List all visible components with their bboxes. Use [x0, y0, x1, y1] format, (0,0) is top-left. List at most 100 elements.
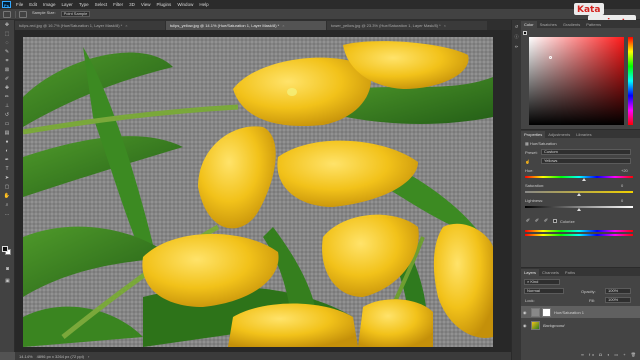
move-tool-icon[interactable]: ✥ [3, 22, 12, 29]
tab-adjustments[interactable]: Adjustments [545, 131, 573, 138]
clone-stamp-tool-icon[interactable]: ⊥ [3, 103, 12, 110]
color-field[interactable] [529, 37, 624, 125]
quick-select-tool-icon[interactable]: ✎ [3, 49, 12, 56]
saturation-value[interactable]: 0 [621, 183, 623, 188]
eyedropper-icon[interactable]: ✐ [525, 218, 531, 224]
tab-properties[interactable]: Properties [521, 131, 546, 138]
tab-layers[interactable]: Layers [521, 269, 540, 276]
blend-mode-select[interactable]: Normal [524, 288, 564, 294]
layer-row[interactable]: ◉ Hue/Saturation 1 [521, 306, 640, 318]
tab-libraries[interactable]: Libraries [573, 131, 594, 138]
hue-track[interactable] [525, 176, 633, 178]
brush-tool-icon[interactable]: ✏ [3, 94, 12, 101]
tab-tulips-yellow[interactable]: tulips_yellow.jpg @ 14.1% (Hue/Saturatio… [166, 21, 326, 30]
menu-select[interactable]: Select [92, 2, 111, 7]
preset-select[interactable]: Custom [541, 149, 631, 155]
history-icon[interactable]: ↺ [513, 23, 520, 30]
trash-icon[interactable]: 🗑 [631, 352, 638, 357]
colorize-checkbox[interactable] [553, 219, 557, 223]
layer-filter-select[interactable]: ⌕ Kind [524, 279, 560, 285]
zoom-tool-icon[interactable]: ⌕ [3, 202, 12, 209]
tab-color[interactable]: Color [521, 21, 537, 28]
tab-channels[interactable]: Channels [539, 269, 562, 276]
fx-icon[interactable]: fx [589, 352, 596, 357]
info-icon[interactable]: ⓘ [513, 33, 520, 40]
screen-mode-icon[interactable]: ▣ [3, 278, 12, 285]
saturation-thumb[interactable] [577, 193, 581, 196]
layer-row[interactable]: ◉ Background [521, 319, 640, 331]
lightness-value[interactable]: 0 [621, 198, 623, 203]
sample-size-select[interactable]: Point Sample [60, 11, 91, 17]
eraser-tool-icon[interactable]: ▭ [3, 121, 12, 128]
quick-mask-icon[interactable]: ◙ [3, 266, 12, 273]
type-tool-icon[interactable]: T [3, 166, 12, 173]
new-layer-icon[interactable]: + [623, 352, 627, 357]
document-info[interactable]: 4896 px x 3264 px (72 ppi) [37, 354, 84, 359]
tab-tulips-red[interactable]: tulips-red.jpg @ 16.7% (Hue/Saturation 1… [15, 21, 165, 30]
eyedropper-tool-icon[interactable]: ✐ [3, 76, 12, 83]
menu-edit[interactable]: Edit [26, 2, 40, 7]
color-range-bottom[interactable] [525, 234, 633, 236]
frame-tool-icon[interactable]: ⊠ [3, 67, 12, 74]
opacity-input[interactable]: 100% [605, 288, 631, 294]
foreground-color-swatch[interactable] [2, 246, 8, 252]
menu-file[interactable]: File [13, 2, 26, 7]
tab-paths[interactable]: Paths [562, 269, 578, 276]
close-icon[interactable]: × [125, 21, 127, 30]
tab-tower-yellow[interactable]: tower_yellow.jpg @ 23.3% (Hue/Saturation… [327, 21, 487, 30]
hand-tool-icon[interactable]: ✋ [3, 193, 12, 200]
lightness-thumb[interactable] [577, 208, 581, 211]
layer-mask-thumbnail[interactable] [542, 307, 551, 317]
hue-slider[interactable] [628, 37, 633, 125]
dodge-tool-icon[interactable]: ◐ [3, 148, 12, 155]
hue-value[interactable]: +20 [621, 168, 628, 173]
menu-help[interactable]: Help [196, 2, 211, 7]
gradient-tool-icon[interactable]: ▤ [3, 130, 12, 137]
channel-select[interactable]: Yellows [541, 158, 631, 164]
menu-layer[interactable]: Layer [59, 2, 76, 7]
blur-tool-icon[interactable]: ● [3, 139, 12, 146]
properties-panel: Properties Adjustments Libraries ▦ Hue/S… [521, 130, 640, 268]
marquee-tool-icon[interactable]: ⬚ [3, 31, 12, 38]
close-icon[interactable]: × [282, 21, 284, 30]
chevron-right-icon[interactable]: › [88, 354, 89, 359]
foreground-color-chip[interactable] [523, 31, 527, 35]
brush-settings-icon[interactable]: ✏ [513, 43, 520, 50]
menu-plugins[interactable]: Plugins [154, 2, 175, 7]
menu-image[interactable]: Image [40, 2, 59, 7]
tab-patterns[interactable]: Patterns [583, 21, 604, 28]
pen-tool-icon[interactable]: ✒ [3, 157, 12, 164]
lasso-tool-icon[interactable]: ◌ [3, 40, 12, 47]
adjustment-icon[interactable]: ◑ [607, 352, 611, 357]
link-icon[interactable]: ∞ [581, 352, 586, 357]
eyedropper-minus-icon[interactable]: ✐ [543, 218, 549, 224]
menu-filter[interactable]: Filter [110, 2, 126, 7]
image-canvas[interactable] [23, 37, 493, 347]
eyedropper-tool-icon[interactable] [19, 10, 27, 18]
hand-adjust-icon[interactable]: ☝ [525, 159, 530, 164]
tab-gradients[interactable]: Gradients [560, 21, 583, 28]
visibility-eye-icon[interactable]: ◉ [523, 310, 529, 315]
folder-icon[interactable]: ▭ [614, 352, 620, 357]
crop-tool-icon[interactable]: ⌗ [3, 58, 12, 65]
menu-window[interactable]: Window [174, 2, 196, 7]
menu-3d[interactable]: 3D [126, 2, 138, 7]
tab-swatches[interactable]: Swatches [537, 21, 560, 28]
healing-brush-tool-icon[interactable]: ✚ [3, 85, 12, 92]
zoom-level[interactable]: 14.14% [19, 354, 33, 359]
mask-icon[interactable]: ◘ [599, 352, 603, 357]
menu-type[interactable]: Type [76, 2, 92, 7]
color-picker-cursor[interactable] [549, 56, 552, 59]
menu-view[interactable]: View [138, 2, 154, 7]
fill-input[interactable]: 100% [605, 297, 631, 303]
photoshop-logo[interactable]: Ps [2, 1, 11, 8]
path-selection-tool-icon[interactable]: ➤ [3, 175, 12, 182]
eyedropper-plus-icon[interactable]: ✐ [534, 218, 540, 224]
close-icon[interactable]: × [444, 21, 446, 30]
home-icon[interactable] [3, 10, 11, 18]
more-tools-icon[interactable]: … [3, 211, 12, 218]
hue-thumb[interactable] [582, 178, 587, 181]
visibility-eye-icon[interactable]: ◉ [523, 323, 529, 328]
history-brush-tool-icon[interactable]: ↺ [3, 112, 12, 119]
shape-tool-icon[interactable]: ▢ [3, 184, 12, 191]
